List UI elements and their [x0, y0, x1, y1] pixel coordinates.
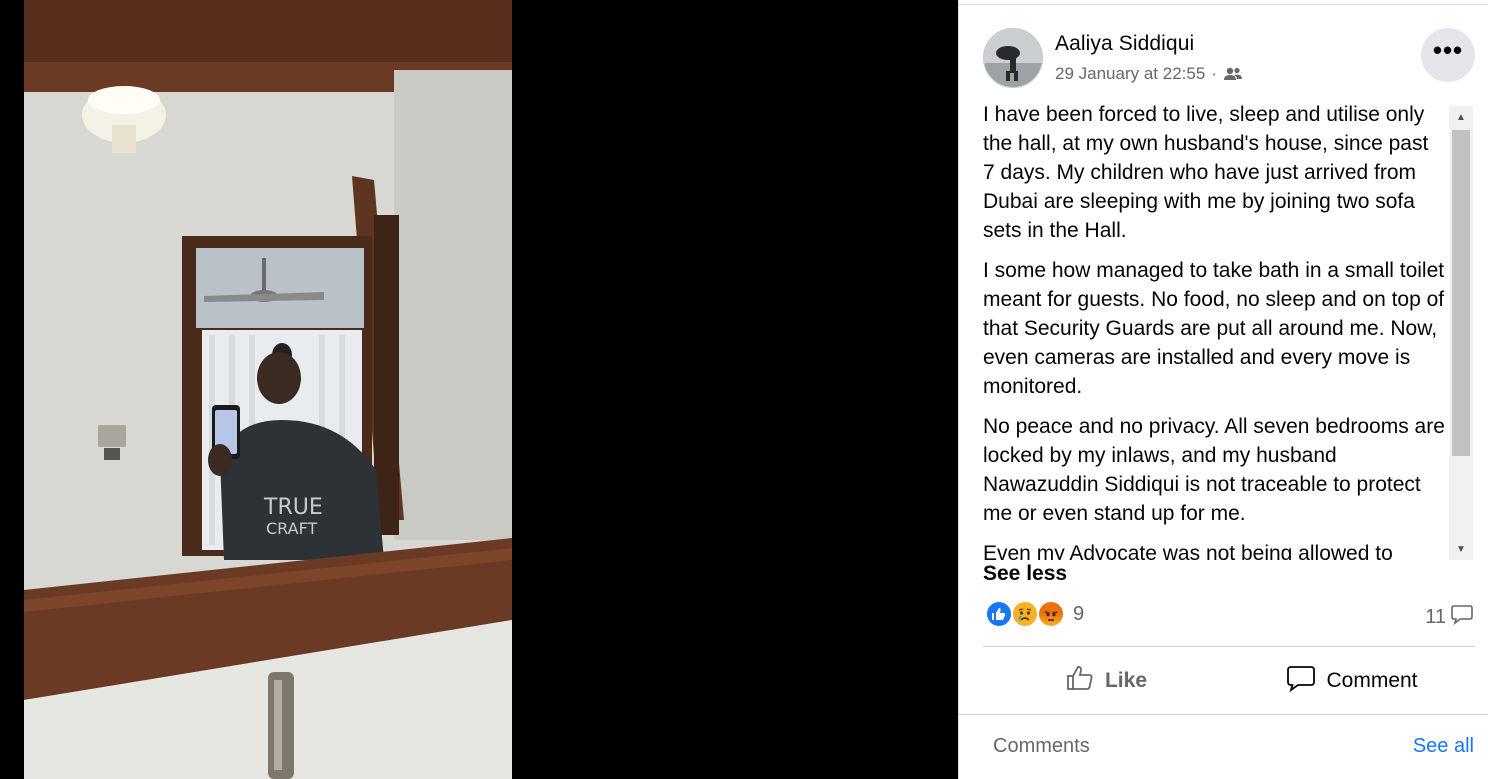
like-button[interactable]: Like	[983, 648, 1229, 714]
more-options-icon: •••	[1432, 35, 1464, 65]
scrollbar-thumb[interactable]	[1452, 130, 1470, 456]
angry-reaction-icon	[1037, 600, 1065, 628]
post-paragraph: No peace and no privacy. All seven bedro…	[983, 415, 1445, 525]
post-photo[interactable]: TRUE CRAFT	[24, 0, 512, 779]
post-paragraph: I have been forced to live, sleep and ut…	[983, 103, 1429, 242]
comment-bubble-icon	[1450, 602, 1474, 632]
comment-icon	[1286, 663, 1316, 699]
comment-count-value: 11	[1425, 605, 1446, 628]
author-avatar[interactable]	[983, 28, 1043, 88]
reactions-divider	[983, 646, 1475, 647]
comment-label: Comment	[1326, 669, 1418, 692]
meta-separator: ·	[1211, 64, 1217, 83]
comment-count[interactable]: 11	[1425, 602, 1474, 632]
like-reaction-icon	[985, 600, 1013, 628]
author-name[interactable]: Aaliya Siddiqui	[1055, 32, 1194, 56]
reaction-count: 9	[1073, 602, 1085, 625]
reactions-summary[interactable]: 9	[985, 600, 1084, 628]
avatar-image	[984, 29, 1042, 87]
post-actions: Like Comment	[983, 648, 1475, 714]
post-timestamp[interactable]: 29 January at 22:55	[1055, 64, 1205, 84]
photo-viewer: TRUE CRAFT	[0, 0, 958, 779]
mirror-selfie-image: TRUE CRAFT	[24, 0, 512, 779]
comment-button[interactable]: Comment	[1229, 648, 1475, 714]
see-less-link[interactable]: See less	[983, 562, 1067, 586]
post-meta: 29 January at 22:55 ·	[1055, 64, 1243, 84]
thumbs-up-icon	[1065, 663, 1095, 699]
panel-divider	[959, 4, 1488, 5]
text-scrollbar[interactable]: ▲ ▼	[1449, 106, 1473, 560]
friends-icon[interactable]	[1223, 64, 1243, 84]
sad-reaction-icon	[1011, 600, 1039, 628]
comments-heading: Comments	[993, 735, 1090, 757]
post-details-panel: Aaliya Siddiqui 29 January at 22:55 · ••…	[958, 0, 1488, 779]
see-all-comments-link[interactable]: See all	[1413, 735, 1474, 758]
more-options-button[interactable]: •••	[1421, 28, 1475, 82]
post-paragraph: I some how managed to take bath in a sma…	[983, 259, 1445, 398]
svg-text:CRAFT: CRAFT	[266, 519, 318, 538]
like-label: Like	[1104, 669, 1148, 692]
scroll-down-arrow-icon[interactable]: ▼	[1449, 538, 1473, 560]
actions-divider	[959, 714, 1488, 715]
post-paragraph: Even my Advocate was not being allowed t…	[983, 542, 1393, 560]
svg-text:TRUE: TRUE	[263, 495, 323, 520]
post-text: I have been forced to live, sleep and ut…	[983, 100, 1445, 560]
scroll-up-arrow-icon[interactable]: ▲	[1449, 106, 1473, 128]
